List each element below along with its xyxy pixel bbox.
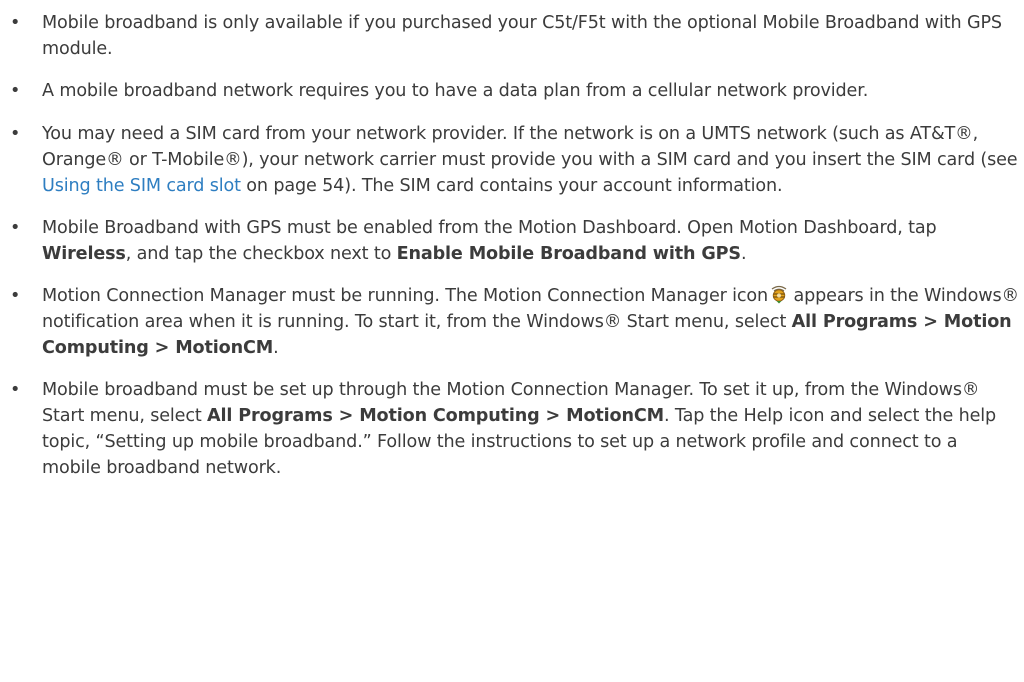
bullet-text: You may need a SIM card from your networ… xyxy=(42,123,1018,170)
ui-term-wireless: Wireless xyxy=(42,243,126,264)
sim-card-slot-link[interactable]: Using the SIM card slot xyxy=(42,176,241,196)
motion-connection-manager-icon xyxy=(770,285,788,304)
ui-term-start-menu-path: All Programs > Motion Computing > Motion… xyxy=(207,406,664,427)
bullet-text: Mobile Broadband with GPS must be enable… xyxy=(42,217,937,238)
document-page: Mobile broadband is only available if yo… xyxy=(0,0,1024,682)
bullet-text: . xyxy=(740,243,747,264)
bullet-text: . xyxy=(273,338,279,359)
bullet-item-connection-manager-running: Motion Connection Manager must be runnin… xyxy=(0,283,1020,361)
bullet-text: on page 54). The SIM card contains your … xyxy=(240,175,783,196)
ui-term-enable-broadband: Enable Mobile Broadband with GPS xyxy=(396,243,741,264)
bullet-item-data-plan: A mobile broadband network requires you … xyxy=(0,78,1020,104)
bullet-item-enable-broadband: Mobile Broadband with GPS must be enable… xyxy=(0,215,1020,267)
bullet-text: A mobile broadband network requires you … xyxy=(42,81,869,102)
bullet-item-setup-broadband: Mobile broadband must be set up through … xyxy=(0,377,1020,481)
bullet-text: Motion Connection Manager must be runnin… xyxy=(42,286,769,307)
bullet-item-module-required: Mobile broadband is only available if yo… xyxy=(0,10,1020,62)
bullet-text: , and tap the checkbox next to xyxy=(125,243,397,264)
bullet-text: Mobile broadband is only available if yo… xyxy=(42,13,1002,59)
requirements-bullet-list: Mobile broadband is only available if yo… xyxy=(0,10,1020,481)
bullet-item-sim-card: You may need a SIM card from your networ… xyxy=(0,121,1020,199)
